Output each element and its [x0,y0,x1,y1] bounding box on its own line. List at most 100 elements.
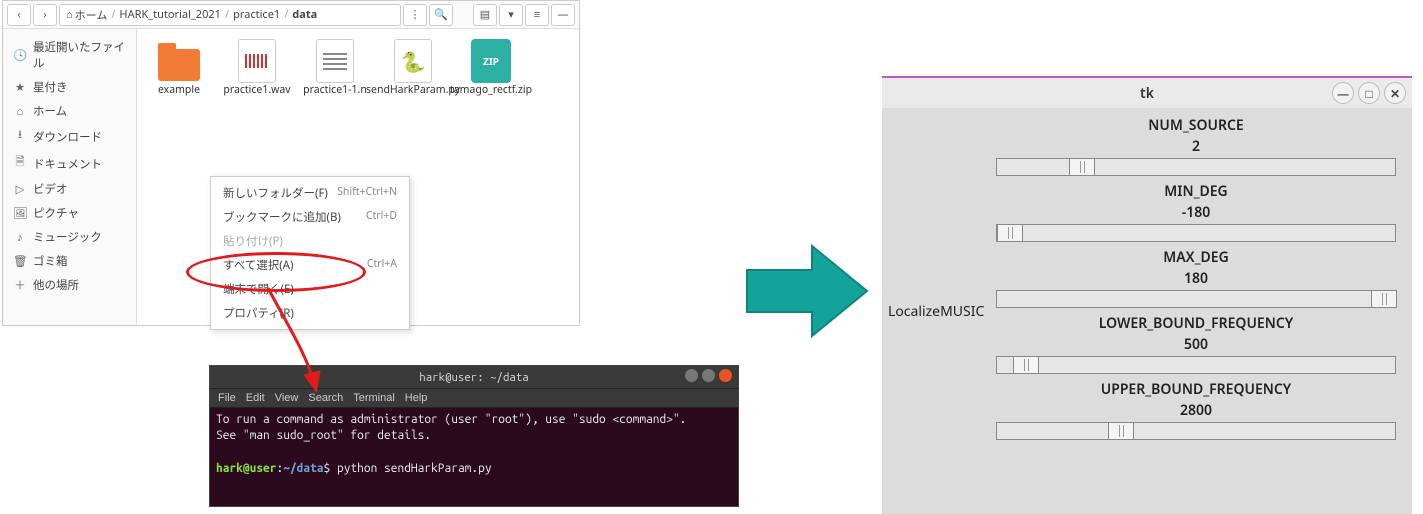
param-label: UPPER_BOUND_FREQUENCY [1101,380,1292,399]
terminal-menu-item[interactable]: Search [308,392,343,404]
home-icon: ⌂ [66,7,73,22]
sidebar-item[interactable]: 🖼 ピクチャ [3,201,136,225]
file-item[interactable]: practice1.wav [223,39,291,97]
param-label: MIN_DEG [1164,182,1227,201]
audio-file-icon [238,39,276,83]
context-menu-item[interactable]: 端末で開く(E) [211,277,409,301]
sidebar-item-label: ゴミ箱 [33,253,68,269]
kebab-menu-button[interactable]: ⋮ [403,4,427,26]
file-item[interactable]: practice1-1.n [301,39,369,97]
minimize-button[interactable]: — [1332,82,1354,104]
sidebar-item-icon: 🗎 [13,154,27,173]
sidebar-item-icon: ★ [13,80,27,95]
terminal-title: hark@user: ~/data [419,371,528,384]
file-item[interactable]: 🐍sendHarkParam.py [379,39,447,97]
context-menu-label: 貼り付け(P) [223,233,283,249]
big-arrow-icon [742,236,872,346]
sidebar-item[interactable]: 🗎 ドキュメント [3,150,136,177]
sidebar-item-icon: ▷ [13,182,27,197]
slider-thumb[interactable] [1013,356,1039,374]
breadcrumb-part[interactable]: data [292,7,317,22]
sidebar-item-label: ビデオ [33,181,68,197]
param-value: 2800 [1180,401,1212,420]
sidebar-item-label: ドキュメント [33,156,102,172]
param-slider[interactable] [996,356,1396,374]
sidebar-item-icon: ＋ [13,277,27,293]
context-menu-item[interactable]: すべて選択(A)Ctrl+A [211,253,409,277]
forward-button[interactable]: › [33,4,57,26]
sidebar-item-label: ホーム [33,103,67,119]
tk-title: tk [1140,84,1154,103]
terminal-menu-item[interactable]: Terminal [353,392,395,404]
param-label: MAX_DEG [1163,248,1229,267]
context-menu-item[interactable]: ブックマークに追加(B)Ctrl+D [211,205,409,229]
maximize-icon[interactable] [702,369,715,382]
terminal-menu-item[interactable]: Edit [246,392,265,404]
minimize-button[interactable]: — [551,4,575,26]
terminal-menu-item[interactable]: View [275,392,299,404]
param-value: 180 [1184,269,1208,288]
param-label: LOWER_BOUND_FREQUENCY [1099,314,1293,333]
terminal-body[interactable]: To run a command as administrator (user … [210,408,738,506]
param-slider[interactable] [996,422,1396,440]
slider-thumb[interactable] [1108,422,1134,440]
context-menu-label: プロパティ(R) [223,305,294,321]
folder-icon [158,49,200,81]
param-slider[interactable] [996,158,1396,176]
breadcrumb-part[interactable]: HARK_tutorial_2021 [119,7,221,22]
context-menu: 新しいフォルダー(F) Shift+Ctrl+N ブックマークに追加(B)Ctrl+… [210,176,410,330]
terminal-command: python sendHarkParam.py [337,462,492,475]
terminal-menu-item[interactable]: File [218,392,236,404]
sidebar-item-icon: 🖼 [13,206,27,221]
sidebar-item-icon: 🕓 [13,48,27,63]
breadcrumb-part[interactable]: practice1 [233,7,280,22]
zip-file-icon: ZIP [471,39,511,83]
tk-group-label: LocalizeMUSIC [882,108,996,514]
context-menu-accel: Shift+Ctrl+N [337,185,397,201]
param-slider[interactable] [996,224,1396,242]
sidebar-item[interactable]: 🗑ゴミ箱 [3,249,136,273]
breadcrumb-part[interactable]: ホーム [75,7,108,23]
context-menu-item[interactable]: 新しいフォルダー(F) Shift+Ctrl+N [211,181,409,205]
param-label: NUM_SOURCE [1148,116,1243,135]
maximize-button[interactable]: □ [1358,82,1380,104]
back-button[interactable]: ‹ [7,4,31,26]
sidebar-item[interactable]: ▷ ビデオ [3,177,136,201]
sidebar-item[interactable]: 🕓最近開いたファイル [3,35,136,75]
tk-param: UPPER_BOUND_FREQUENCY 2800 [996,380,1396,440]
slider-thumb[interactable] [997,224,1023,242]
file-manager-toolbar: ‹ › ⌂ ホーム / HARK_tutorial_2021 / practic… [3,1,579,29]
close-icon[interactable] [719,369,732,382]
sidebar-item[interactable]: ★星付き [3,75,136,99]
context-menu-item: 貼り付け(P) [211,229,409,253]
param-slider[interactable] [996,290,1396,308]
breadcrumb[interactable]: ⌂ ホーム / HARK_tutorial_2021 / practice1 /… [59,4,401,26]
terminal-menu-item[interactable]: Help [405,392,428,404]
file-item[interactable]: example [145,39,213,97]
search-button[interactable]: 🔍 [429,4,453,26]
icon-view-button[interactable]: ▤ [473,4,497,26]
sidebar-item[interactable]: ⭳ダウンロード [3,123,136,150]
view-dropdown-button[interactable]: ▾ [499,4,523,26]
tk-titlebar: tk — □ ✕ [882,78,1412,108]
context-menu-label: 端末で開く(E) [223,281,294,297]
close-button[interactable]: ✕ [1384,82,1406,104]
sidebar-item[interactable]: ♪ミュージック [3,225,136,249]
param-value: -180 [1182,203,1211,222]
terminal-menubar: File Edit View Search Terminal Help [210,388,738,408]
sidebar-item-label: ミュージック [33,229,102,245]
slider-thumb[interactable] [1069,158,1095,176]
tk-param: LOWER_BOUND_FREQUENCY 500 [996,314,1396,374]
sidebar-item-label: ピクチャ [33,205,79,221]
terminal-window: hark@user: ~/data File Edit View Search Term… [209,365,739,507]
terminal-titlebar: hark@user: ~/data [210,366,738,388]
sidebar-item[interactable]: ⌂ホーム [3,99,136,123]
slider-thumb[interactable] [1371,290,1397,308]
context-menu-item[interactable]: プロパティ(R) [211,301,409,325]
sidebar-item[interactable]: ＋他の場所 [3,273,136,297]
file-item[interactable]: ZIPtamago_rectf.zip [457,39,525,97]
minimize-icon[interactable] [685,369,698,382]
file-name: practice1.wav [223,83,290,97]
hamburger-menu-button[interactable]: ≡ [525,4,549,26]
context-menu-label: 新しいフォルダー(F) [223,185,328,201]
